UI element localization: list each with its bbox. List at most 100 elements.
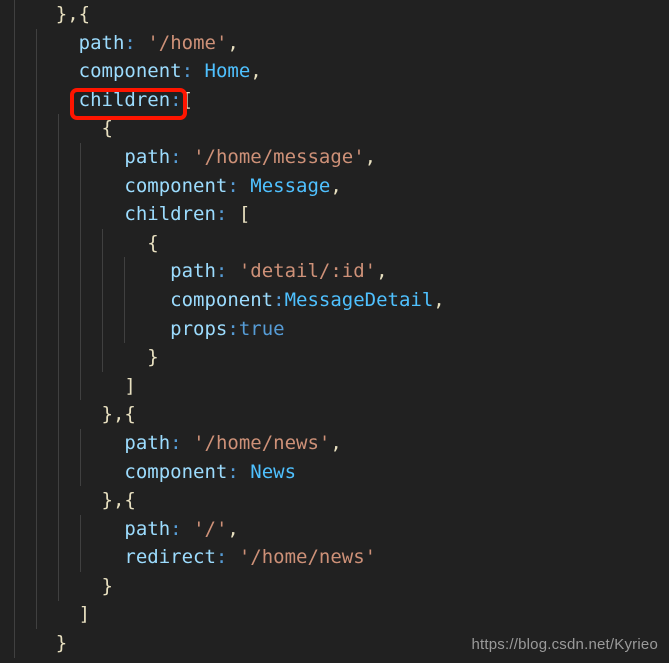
- code-line[interactable]: },{: [0, 486, 669, 515]
- code-token: path: [78, 31, 125, 54]
- code-token: Message: [250, 174, 331, 197]
- code-token: :: [273, 288, 285, 311]
- code-token: News: [250, 460, 297, 483]
- code-token: component: [124, 460, 228, 483]
- code-token: children: [124, 203, 216, 226]
- code-token: component: [78, 60, 182, 83]
- code-line[interactable]: path: '/',: [0, 515, 669, 544]
- code-line[interactable]: ]: [0, 600, 669, 629]
- code-line[interactable]: }: [0, 343, 669, 372]
- code-line[interactable]: path: '/home/news',: [0, 429, 669, 458]
- code-token: MessageDetail: [284, 288, 434, 311]
- code-token: :: [227, 317, 239, 340]
- code-token: },{: [101, 489, 136, 512]
- code-token: ,: [227, 31, 239, 54]
- code-block[interactable]: },{ path: '/home', component: Home, chil…: [0, 0, 669, 663]
- code-token: '/home/news': [238, 546, 377, 569]
- code-token: redirect: [124, 546, 216, 569]
- code-token: :: [227, 174, 239, 197]
- code-token: '/home': [147, 31, 228, 54]
- code-token: :: [215, 260, 228, 283]
- code-line[interactable]: children:[: [0, 86, 669, 115]
- code-line[interactable]: component: News: [0, 458, 669, 487]
- code-token: }: [55, 632, 68, 655]
- code-token: {: [147, 231, 159, 254]
- code-token: ,: [250, 60, 262, 83]
- code-token: :: [124, 31, 136, 54]
- code-token: path: [124, 145, 171, 168]
- code-token: ,: [330, 174, 342, 197]
- code-token: '/': [193, 517, 228, 540]
- code-line[interactable]: },{: [0, 0, 669, 29]
- code-token: }: [147, 346, 159, 369]
- code-line[interactable]: path: '/home/message',: [0, 143, 669, 172]
- code-token: '/home/news': [193, 431, 331, 454]
- code-line[interactable]: component: Message,: [0, 172, 669, 201]
- code-token: ,: [433, 288, 445, 311]
- code-token: [: [238, 203, 251, 226]
- code-token: Home: [204, 60, 251, 83]
- code-token: }: [101, 574, 113, 597]
- code-token: {: [101, 117, 113, 140]
- code-line[interactable]: {: [0, 229, 669, 258]
- code-line[interactable]: component:MessageDetail,: [0, 286, 669, 315]
- code-line[interactable]: ]: [0, 372, 669, 401]
- code-token: :: [170, 431, 182, 454]
- code-token: :: [227, 460, 239, 483]
- code-line[interactable]: }: [0, 572, 669, 601]
- code-token: ,: [330, 431, 342, 454]
- code-token: :: [215, 546, 228, 569]
- code-token: ,: [376, 260, 388, 283]
- code-token: component: [170, 288, 274, 311]
- watermark-url: https://blog.csdn.net/Kyrieo: [471, 636, 658, 653]
- code-token: true: [238, 317, 285, 340]
- code-token: component: [124, 174, 228, 197]
- code-line[interactable]: children: [: [0, 200, 669, 229]
- code-token: ,: [364, 145, 377, 168]
- code-token: props: [170, 317, 228, 340]
- code-token: path: [170, 260, 216, 283]
- code-line[interactable]: component: Home,: [0, 57, 669, 86]
- code-line[interactable]: redirect: '/home/news': [0, 543, 669, 572]
- code-token: :: [215, 203, 228, 226]
- code-line[interactable]: path: '/home',: [0, 29, 669, 58]
- code-line[interactable]: },{: [0, 400, 669, 429]
- code-token: path: [124, 431, 171, 454]
- code-token: :: [181, 60, 194, 83]
- code-line[interactable]: {: [0, 114, 669, 143]
- code-token: ]: [124, 374, 136, 397]
- code-token: :: [170, 145, 182, 168]
- code-line[interactable]: props:true: [0, 315, 669, 344]
- code-token: :: [170, 88, 182, 111]
- code-token: 'detail/:id': [238, 260, 377, 283]
- code-line[interactable]: path: 'detail/:id',: [0, 257, 669, 286]
- code-token: },{: [101, 403, 136, 426]
- code-token: ]: [78, 603, 91, 626]
- code-token: :: [170, 517, 182, 540]
